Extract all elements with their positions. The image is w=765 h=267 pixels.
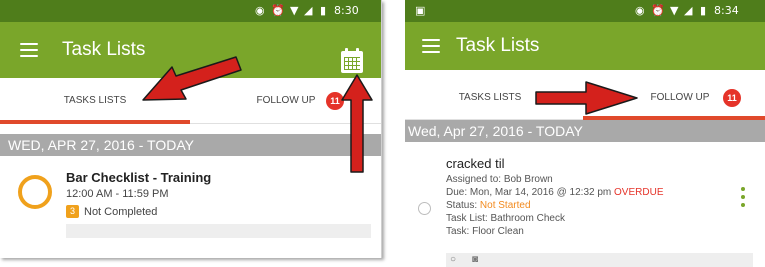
- alarm-icon: ⏰: [651, 4, 665, 17]
- comment-icon[interactable]: ○: [450, 254, 456, 265]
- vibrate-icon: ◉: [255, 4, 265, 17]
- task-list-label: Task List:: [446, 213, 488, 224]
- task-list-item[interactable]: Bar Checklist - Training 12:00 AM - 11:5…: [18, 168, 371, 254]
- signal-icon: ◢: [684, 4, 693, 17]
- clock: 8:30: [334, 4, 359, 17]
- overdue-flag: OVERDUE: [614, 187, 664, 198]
- tab-bar: TASKS LISTS FOLLOW UP 11: [0, 78, 381, 124]
- due-row: Due: Mon, Mar 14, 2016 @ 12:32 pm OVERDU…: [446, 187, 663, 198]
- image-notification-icon: ▣: [415, 4, 426, 17]
- status-bar: ▣ ◉ ⏰ ▼ ◢ ▮ 8:34: [405, 0, 765, 22]
- progress-ring-icon: [18, 175, 52, 209]
- battery-icon: ▮: [320, 4, 327, 17]
- tab-bar: TASKS LISTS FOLLOW UP 11: [405, 70, 765, 120]
- item-footer: ○ ◙: [446, 253, 753, 267]
- right-screenshot: ▣ ◉ ⏰ ▼ ◢ ▮ 8:34 Task Lists TASKS LISTS …: [405, 0, 765, 267]
- clock: 8:34: [714, 4, 739, 17]
- task-row: Task: Floor Clean: [446, 226, 524, 237]
- left-screenshot: ◉ ⏰ ▼ ◢ ▮ 8:30 Task Lists TASKS LISTS FO…: [0, 0, 382, 258]
- task-value: Floor Clean: [472, 226, 524, 237]
- follow-up-badge: 11: [326, 92, 344, 110]
- calendar-icon[interactable]: [341, 48, 363, 73]
- date-header: WED, APR 27, 2016 - TODAY: [0, 134, 381, 156]
- assigned-row: Assigned to: Bob Brown: [446, 174, 553, 185]
- assigned-label: Assigned to:: [446, 174, 502, 185]
- task-label: Task:: [446, 226, 470, 237]
- select-radio[interactable]: [418, 202, 431, 215]
- item-time: 12:00 AM - 11:59 PM: [66, 188, 169, 200]
- alarm-icon: ⏰: [271, 4, 285, 17]
- tab-tasks-lists[interactable]: TASKS LISTS: [425, 70, 555, 120]
- wifi-icon: ▼: [290, 4, 299, 17]
- tab-tasks-lists[interactable]: TASKS LISTS: [0, 78, 190, 124]
- follow-up-item[interactable]: cracked til Assigned to: Bob Brown Due: …: [405, 150, 765, 267]
- wifi-icon: ▼: [670, 4, 679, 17]
- item-status: Not Completed: [84, 206, 158, 218]
- app-title: Task Lists: [456, 35, 540, 56]
- count-badge: 3: [66, 205, 79, 218]
- tab-follow-up[interactable]: FOLLOW UP: [246, 78, 326, 124]
- app-bar: Task Lists: [405, 22, 765, 70]
- status-row: Status: Not Started: [446, 200, 531, 211]
- menu-icon[interactable]: [422, 39, 440, 53]
- follow-up-badge: 11: [723, 89, 741, 107]
- battery-icon: ▮: [700, 4, 707, 17]
- camera-icon[interactable]: ◙: [472, 254, 478, 265]
- signal-icon: ◢: [304, 4, 313, 17]
- task-list-row: Task List: Bathroom Check: [446, 213, 565, 224]
- tab-indicator: [0, 120, 190, 124]
- status-bar: ◉ ⏰ ▼ ◢ ▮ 8:30: [0, 0, 381, 22]
- more-vert-icon[interactable]: [741, 187, 745, 207]
- item-title: cracked til: [446, 156, 505, 171]
- date-header: Wed, Apr 27, 2016 - TODAY: [405, 120, 765, 142]
- item-progress-bar: [66, 224, 371, 238]
- due-label: Due:: [446, 187, 468, 198]
- menu-icon[interactable]: [20, 43, 38, 57]
- item-title: Bar Checklist - Training: [66, 170, 212, 185]
- status-value: Not Started: [479, 200, 531, 211]
- due-value: Mon, Mar 14, 2016 @ 12:32 pm: [469, 187, 612, 198]
- app-bar: Task Lists: [0, 22, 381, 78]
- tab-follow-up[interactable]: FOLLOW UP: [640, 70, 720, 120]
- assigned-value: Bob Brown: [503, 174, 553, 185]
- vibrate-icon: ◉: [635, 4, 645, 17]
- task-list-value: Bathroom Check: [490, 213, 565, 224]
- status-label: Status:: [446, 200, 478, 211]
- app-title: Task Lists: [62, 39, 146, 60]
